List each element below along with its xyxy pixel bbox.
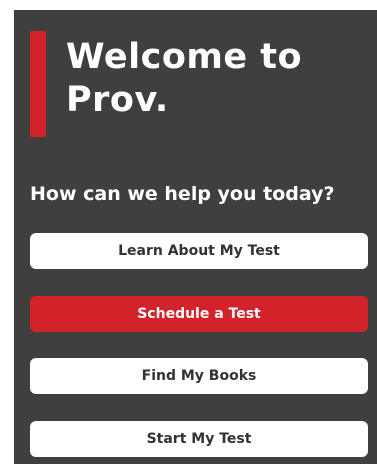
learn-about-my-test-button[interactable]: Learn About My Test <box>30 233 368 269</box>
accent-bar <box>30 31 46 137</box>
schedule-a-test-button[interactable]: Schedule a Test <box>30 296 368 332</box>
help-prompt: How can we help you today? <box>30 183 335 205</box>
find-my-books-button[interactable]: Find My Books <box>30 358 368 394</box>
welcome-panel: Welcome to Prov. How can we help you tod… <box>14 10 377 464</box>
start-my-test-button[interactable]: Start My Test <box>30 421 368 457</box>
welcome-title: Welcome to Prov. <box>66 37 303 120</box>
